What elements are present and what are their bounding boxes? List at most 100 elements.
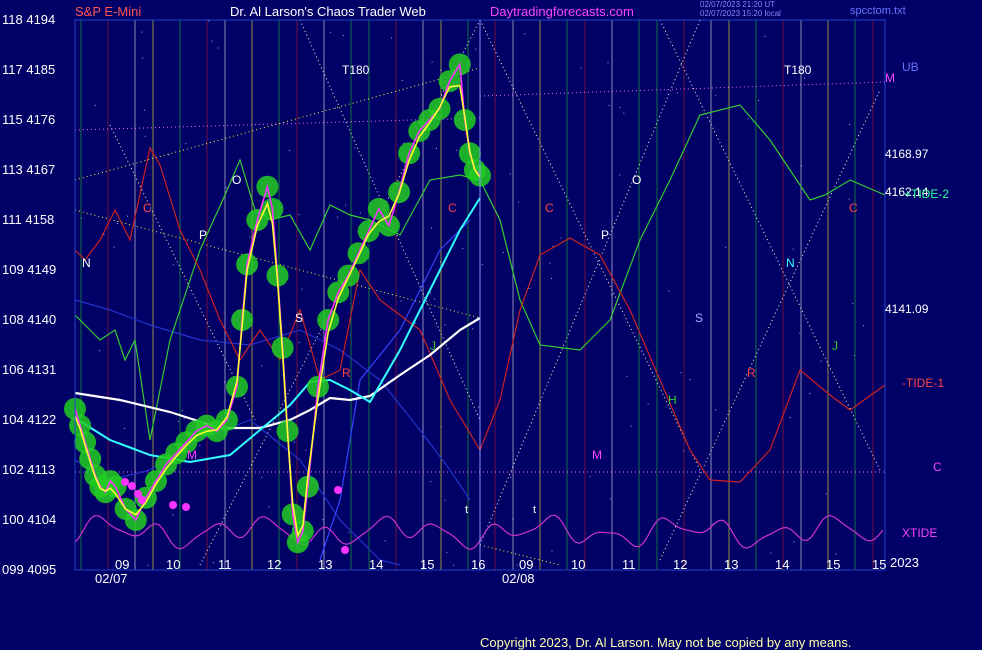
star-dot bbox=[676, 92, 678, 94]
x-tick-label: 16 bbox=[471, 557, 486, 572]
star-dot bbox=[400, 300, 402, 302]
tide2-label: +TIDE-2 bbox=[904, 187, 950, 201]
data-file-label: spcctom.txt bbox=[850, 5, 906, 17]
x-tick-label: 15 bbox=[872, 557, 887, 572]
star-dot bbox=[626, 375, 628, 377]
x-tick-label: 10 bbox=[571, 557, 586, 572]
star-dot bbox=[609, 498, 611, 500]
star-dot bbox=[680, 372, 682, 374]
star-dot bbox=[725, 246, 727, 248]
star-dot bbox=[551, 550, 553, 552]
star-dot bbox=[301, 288, 303, 290]
star-dot bbox=[172, 264, 174, 266]
star-dot bbox=[354, 147, 356, 149]
pivot-dot bbox=[334, 486, 342, 494]
star-dot bbox=[249, 236, 251, 238]
star-dot bbox=[444, 324, 446, 326]
y-tick-label: 111 4158 bbox=[2, 212, 55, 227]
star-dot bbox=[113, 246, 115, 248]
marker-m-1: M bbox=[187, 448, 197, 462]
x-tick-label: 14 bbox=[369, 557, 384, 572]
star-dot bbox=[804, 77, 806, 79]
star-dot bbox=[516, 564, 518, 566]
marker-c-4: C bbox=[849, 201, 858, 215]
marker-o-1: O bbox=[232, 173, 242, 187]
star-dot bbox=[217, 47, 219, 49]
x-tick-label: 14 bbox=[775, 557, 790, 572]
star-dot bbox=[225, 187, 227, 189]
star-dot bbox=[298, 342, 300, 343]
star-dot bbox=[305, 449, 307, 451]
star-dot bbox=[607, 62, 609, 64]
star-dot bbox=[758, 100, 759, 102]
star-dot bbox=[770, 552, 772, 554]
star-dot bbox=[322, 519, 324, 521]
star-dot bbox=[580, 67, 582, 69]
star-dot bbox=[268, 506, 270, 508]
star-dot bbox=[630, 425, 632, 427]
marker-s-2: S bbox=[695, 311, 704, 325]
x-tick-label: 11 bbox=[622, 557, 636, 572]
star-dot bbox=[481, 264, 483, 266]
timestamp-local: 02/07/2023 15:20 local bbox=[700, 9, 781, 18]
star-dot bbox=[623, 112, 625, 114]
star-dot bbox=[862, 325, 864, 327]
time-cycle-lines bbox=[80, 20, 874, 570]
star-dot bbox=[550, 278, 552, 279]
y-tick-label: 115 4176 bbox=[2, 112, 56, 127]
star-dot bbox=[549, 262, 551, 264]
pivot-dot bbox=[138, 496, 146, 504]
star-dot bbox=[199, 445, 201, 447]
marker-c-3: C bbox=[545, 201, 554, 215]
y-tick-label: 099 4095 bbox=[2, 562, 57, 577]
y-tick-label: 118 4194 bbox=[2, 12, 56, 27]
symbol-title: S&P E-Mini bbox=[75, 4, 142, 19]
star-dot bbox=[208, 20, 210, 22]
marker-c-1: C bbox=[143, 201, 152, 215]
c-label: C bbox=[933, 460, 942, 474]
y-tick-label: 109 4149 bbox=[2, 262, 57, 277]
star-dot bbox=[342, 35, 344, 37]
pivot-dot bbox=[128, 482, 136, 490]
star-dot bbox=[510, 476, 512, 478]
star-dot bbox=[168, 154, 170, 156]
star-dot bbox=[141, 31, 143, 33]
star-dot bbox=[390, 37, 392, 39]
star-dot bbox=[103, 233, 105, 235]
star-dot bbox=[478, 406, 480, 408]
marker-r-2: R bbox=[747, 366, 756, 380]
star-dot bbox=[475, 48, 477, 50]
y-tick-label: 104 4122 bbox=[2, 412, 57, 427]
marker-r-1: R bbox=[342, 366, 351, 380]
star-dot bbox=[430, 481, 432, 483]
pivot-dot bbox=[169, 501, 177, 509]
star-dot bbox=[414, 322, 416, 324]
star-dot bbox=[668, 290, 670, 292]
site-link[interactable]: Daytradingforecasts.com bbox=[490, 5, 634, 18]
star-dot bbox=[98, 350, 100, 352]
star-dot bbox=[181, 409, 183, 411]
star-dot bbox=[401, 80, 403, 81]
star-dot bbox=[261, 365, 263, 367]
star-dot bbox=[825, 493, 827, 495]
marker-m-2: M bbox=[592, 448, 602, 462]
marker-n-1: N bbox=[82, 256, 91, 270]
star-dot bbox=[792, 248, 794, 250]
y-tick-label: 113 4167 bbox=[2, 162, 56, 177]
star-dot bbox=[348, 531, 350, 533]
x-tick-label: 15 bbox=[826, 557, 841, 572]
star-dot bbox=[809, 392, 811, 394]
star-dot bbox=[330, 31, 332, 33]
star-dot bbox=[261, 476, 263, 478]
x-tick-label: 11 bbox=[218, 557, 232, 572]
marker-p-1: P bbox=[199, 228, 208, 242]
star-dot bbox=[509, 173, 511, 175]
star-dot bbox=[298, 214, 300, 215]
star-dot bbox=[143, 109, 145, 111]
pivot-dot bbox=[121, 478, 129, 486]
star-dot bbox=[647, 403, 649, 405]
chart-title: Dr. Al Larson's Chaos Trader Web bbox=[230, 4, 426, 19]
star-dot bbox=[294, 441, 295, 443]
x-tick-label: 09 bbox=[519, 557, 534, 572]
star-dot bbox=[211, 40, 213, 42]
